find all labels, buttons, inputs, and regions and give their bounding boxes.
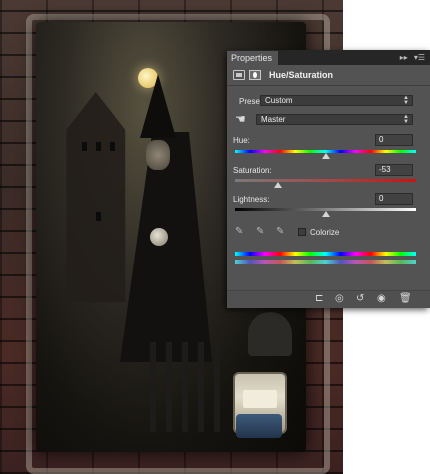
castle-window (96, 212, 101, 221)
tombstone (248, 312, 292, 356)
channel-value: Master (261, 115, 286, 124)
panel-header: Properties ▸▸ ▾☰ (227, 50, 430, 66)
potion-jar-blue (236, 414, 282, 438)
eyedropper-minus-icon[interactable]: ✎ (276, 226, 284, 237)
properties-panel: Properties ▸▸ ▾☰ Hue/Saturation Preset: … (227, 50, 430, 308)
preset-value: Custom (265, 96, 293, 105)
panel-menu-icon[interactable]: ▾☰ (414, 53, 425, 62)
input-spectrum-bar (235, 252, 416, 256)
lightness-label: Lightness: (233, 195, 270, 204)
collapse-panel-icon[interactable]: ▸▸ (400, 53, 408, 62)
castle-window (82, 142, 87, 151)
clip-to-layer-icon[interactable]: ⊏ (315, 294, 323, 304)
adjustment-title-row: Hue/Saturation (227, 65, 430, 86)
reset-icon[interactable]: ↺ (356, 294, 364, 304)
hue-label: Hue: (233, 136, 250, 145)
iron-gate (150, 342, 220, 432)
targeted-adjustment-hand-icon[interactable]: ☚ (235, 113, 246, 125)
castle-window (110, 142, 115, 151)
saturation-slider-thumb[interactable] (274, 182, 283, 188)
toggle-visibility-icon[interactable]: ◉ (377, 294, 386, 304)
preset-dropdown[interactable]: Custom ▲ ▼ (260, 95, 413, 106)
dropdown-arrows-icon: ▲ ▼ (403, 114, 409, 125)
hue-slider-thumb[interactable] (321, 153, 330, 159)
view-previous-state-icon[interactable]: ◎ (335, 294, 344, 304)
colorize-label: Colorize (310, 228, 340, 237)
panel-footer: ⊏ ◎ ↺ ◉ 🗑 (227, 290, 430, 308)
dropdown-arrows-icon: ▲ ▼ (403, 95, 409, 106)
output-spectrum-bar (235, 260, 416, 264)
channel-dropdown[interactable]: Master ▲ ▼ (256, 114, 413, 125)
saturation-value-field[interactable]: -53 (375, 164, 413, 176)
crystal-orb (150, 228, 168, 246)
saturation-label: Saturation: (233, 166, 272, 175)
adjustment-title: Hue/Saturation (269, 70, 334, 80)
eyedropper-icon[interactable]: ✎ (235, 226, 243, 237)
witch-face (146, 140, 170, 170)
eyedropper-plus-icon[interactable]: ✎ (256, 226, 264, 237)
delete-adjustment-icon[interactable]: 🗑 (399, 294, 412, 304)
hue-value-field[interactable]: 0 (375, 134, 413, 146)
saturation-slider-track[interactable] (235, 179, 416, 182)
castle-window (96, 142, 101, 151)
layer-mask-icon[interactable] (249, 70, 261, 80)
lightness-value-field[interactable]: 0 (375, 193, 413, 205)
properties-tab[interactable]: Properties (227, 51, 279, 66)
lightness-slider-thumb[interactable] (321, 211, 330, 217)
jar-label (243, 390, 277, 408)
panel-header-controls: ▸▸ ▾☰ (400, 53, 425, 62)
colorize-checkbox[interactable] (298, 228, 306, 236)
adjustment-layer-icon[interactable] (233, 70, 245, 80)
